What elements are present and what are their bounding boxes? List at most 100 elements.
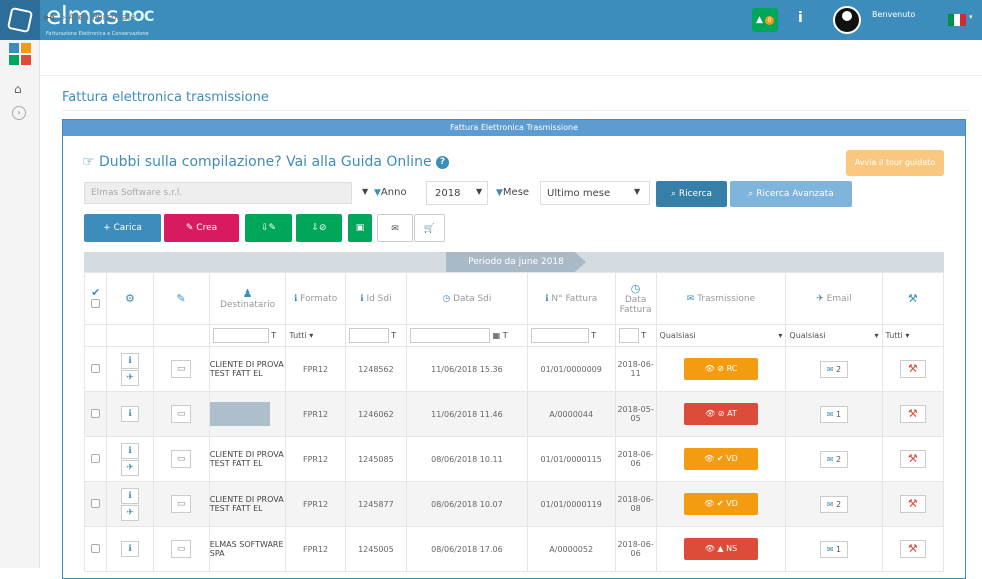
email-button[interactable]: ✉ 2	[819, 450, 849, 468]
status-badge[interactable]: 👁 ▲ NS	[683, 538, 758, 560]
formato-cell: FPR12	[285, 436, 346, 482]
email-button[interactable]: ✉ 2	[819, 360, 849, 378]
breadcrumb[interactable]: › Area Personale	[62, 13, 136, 23]
info-icon[interactable]: ℹ	[120, 406, 139, 422]
document-icon[interactable]: ▭	[171, 405, 192, 423]
col-n-fattura[interactable]: ℹ N° Fattura	[526, 272, 616, 325]
page-title: Fattura elettronica trasmissione	[62, 90, 269, 105]
cart-icon[interactable]: 🛒	[414, 214, 445, 242]
trasmissione-filter[interactable]: Qualsiasi ▾	[655, 324, 787, 347]
tour-button[interactable]: Avvia il tour guidato	[846, 150, 944, 176]
user-icon: ♟	[242, 287, 253, 300]
apps-grid-icon[interactable]	[9, 43, 31, 65]
mail-icon[interactable]: ✉	[377, 214, 413, 242]
data-sdi-cell: 11/06/2018 11.46	[406, 391, 528, 437]
italy-flag-icon[interactable]	[948, 14, 966, 26]
search-icon: ⌕	[748, 189, 757, 199]
email-button[interactable]: ✉ 2	[819, 495, 849, 513]
email-button[interactable]: ✉ 1	[819, 540, 849, 558]
row-checkbox[interactable]	[83, 526, 108, 572]
data-sdi-cell: 08/06/2018 17.06	[406, 526, 528, 572]
id-sdi-filter[interactable]: T	[344, 324, 408, 347]
home-icon[interactable]: ⌂	[14, 82, 22, 96]
app-logo-icon[interactable]	[0, 0, 40, 40]
data-fattura-filter[interactable]: T	[614, 324, 657, 347]
gavel-icon[interactable]: ⚒	[899, 540, 926, 558]
id-sdi-cell: 1245877	[344, 481, 408, 527]
chevron-down-icon[interactable]: ▼	[476, 187, 482, 196]
col-formato[interactable]: ℹ Formato	[285, 272, 346, 325]
row-checkbox[interactable]	[83, 346, 108, 392]
search-button[interactable]: ⌕ Ricerca	[656, 181, 727, 207]
chevron-down-icon[interactable]: ▼	[362, 187, 368, 196]
document-icon[interactable]: ▭	[171, 540, 192, 558]
col-data-sdi[interactable]: ◷ Data Sdi	[406, 272, 528, 325]
col-destinatario[interactable]: ♟ Destinatario	[208, 272, 287, 325]
send-icon[interactable]: ✈	[120, 369, 139, 386]
email-button[interactable]: ✉ 1	[819, 405, 849, 423]
n-fattura-filter[interactable]: T	[526, 324, 616, 347]
info-icon[interactable]: i	[798, 10, 803, 26]
advanced-search-button[interactable]: ⌕ Ricerca Avanzata	[730, 181, 852, 207]
formato-filter[interactable]: Tutti ▾	[285, 324, 346, 347]
destinatario-cell: CLIENTE DI PROVA TEST FATT EL	[208, 436, 287, 482]
gavel-icon[interactable]: ⚒	[899, 360, 926, 378]
table-row[interactable]: ℹ ✈ ▭ CLIENTE DI PROVA TEST FATT EL FPR12…	[83, 346, 945, 392]
welcome-text: Benvenuto	[872, 10, 916, 19]
gavel-icon[interactable]: ⚒	[899, 405, 926, 423]
info-icon[interactable]: ℹ	[120, 442, 139, 459]
send-icon[interactable]: ✈	[120, 504, 139, 521]
company-select[interactable]: Elmas Software s.r.l.	[84, 182, 352, 204]
create-button[interactable]: ✎ Crea	[164, 214, 239, 242]
col-azioni[interactable]: ⚒	[881, 272, 945, 325]
data-sdi-cell: 08/06/2018 10.11	[406, 436, 528, 482]
status-badge[interactable]: 👁 ✔ VD	[683, 493, 758, 515]
data-sdi-filter[interactable]: ▦ T	[406, 324, 528, 347]
row-checkbox[interactable]	[83, 391, 108, 437]
select-all-checkbox[interactable]: ✔	[83, 272, 108, 325]
upload-edit-button[interactable]: ⇩✎	[245, 214, 292, 242]
status-badge[interactable]: 👁 ⊘ AT	[683, 403, 758, 425]
info-icon[interactable]: ℹ	[120, 487, 139, 504]
user-avatar[interactable]	[833, 6, 861, 34]
table-row[interactable]: ℹ ✈ ▭ CLIENTE DI PROVA TEST FATT EL FPR12…	[83, 436, 945, 482]
collapse-icon[interactable]: ›	[12, 106, 26, 120]
row-checkbox[interactable]	[83, 436, 108, 482]
info-icon[interactable]: ℹ	[120, 352, 139, 369]
azioni-filter[interactable]: Tutti ▾	[881, 324, 945, 347]
col-id-sdi[interactable]: ℹ Id Sdi	[344, 272, 408, 325]
upload-block-button[interactable]: ⇩⊘	[296, 214, 342, 242]
col-data-fattura[interactable]: ◷ Data Fattura	[614, 272, 657, 325]
chevron-down-icon[interactable]: ▼	[634, 187, 640, 196]
upload-button[interactable]: + Carica	[84, 214, 161, 242]
table-row[interactable]: ℹ ▭ ELMAS SOFTWARE SPA FPR12 1245005 08/…	[83, 526, 945, 572]
document-icon[interactable]: ▭	[171, 360, 192, 378]
col-email[interactable]: ✈ Email	[785, 272, 883, 325]
col-trasmissione[interactable]: ✉ Trasmissione	[655, 272, 787, 325]
gavel-icon[interactable]: ⚒	[899, 450, 926, 468]
data-fattura-cell: 2018-06-11	[614, 346, 657, 392]
notifications-button[interactable]: ▲ 0	[752, 8, 778, 32]
status-badge[interactable]: 👁 ✔ VD	[683, 448, 758, 470]
status-badge[interactable]: 👁 ⊘ RC	[683, 358, 758, 380]
formato-cell: FPR12	[285, 391, 346, 437]
guide-link[interactable]: ☞ Dubbi sulla compilazione? Vai alla Gui…	[82, 154, 450, 170]
document-icon[interactable]: ▭	[171, 495, 192, 513]
destinatario-cell: CLIENTE DI PROVA TEST FATT EL	[208, 481, 287, 527]
table-row[interactable]: ℹ ▭ FPR12 1246062 11/06/2018 11.46 A/000…	[83, 391, 945, 437]
chevron-down-icon[interactable]: ▾	[969, 13, 973, 21]
excel-icon[interactable]: ▣	[348, 214, 372, 242]
gavel-icon: ⚒	[907, 292, 918, 305]
info-icon[interactable]: ℹ	[120, 541, 139, 557]
send-icon[interactable]: ✈	[120, 459, 139, 476]
document-icon[interactable]: ▭	[171, 450, 192, 468]
search-icon: ⌕	[670, 189, 679, 199]
edit-icon[interactable]: ✎	[152, 272, 210, 325]
destinatario-filter[interactable]: T	[208, 324, 287, 347]
id-sdi-cell: 1248562	[344, 346, 408, 392]
gavel-icon[interactable]: ⚒	[899, 495, 926, 513]
settings-icon[interactable]: ⚙	[106, 272, 154, 325]
table-row[interactable]: ℹ ✈ ▭ CLIENTE DI PROVA TEST FATT EL FPR12…	[83, 481, 945, 527]
email-filter[interactable]: Qualsiasi ▾	[785, 324, 883, 347]
row-checkbox[interactable]	[83, 481, 108, 527]
